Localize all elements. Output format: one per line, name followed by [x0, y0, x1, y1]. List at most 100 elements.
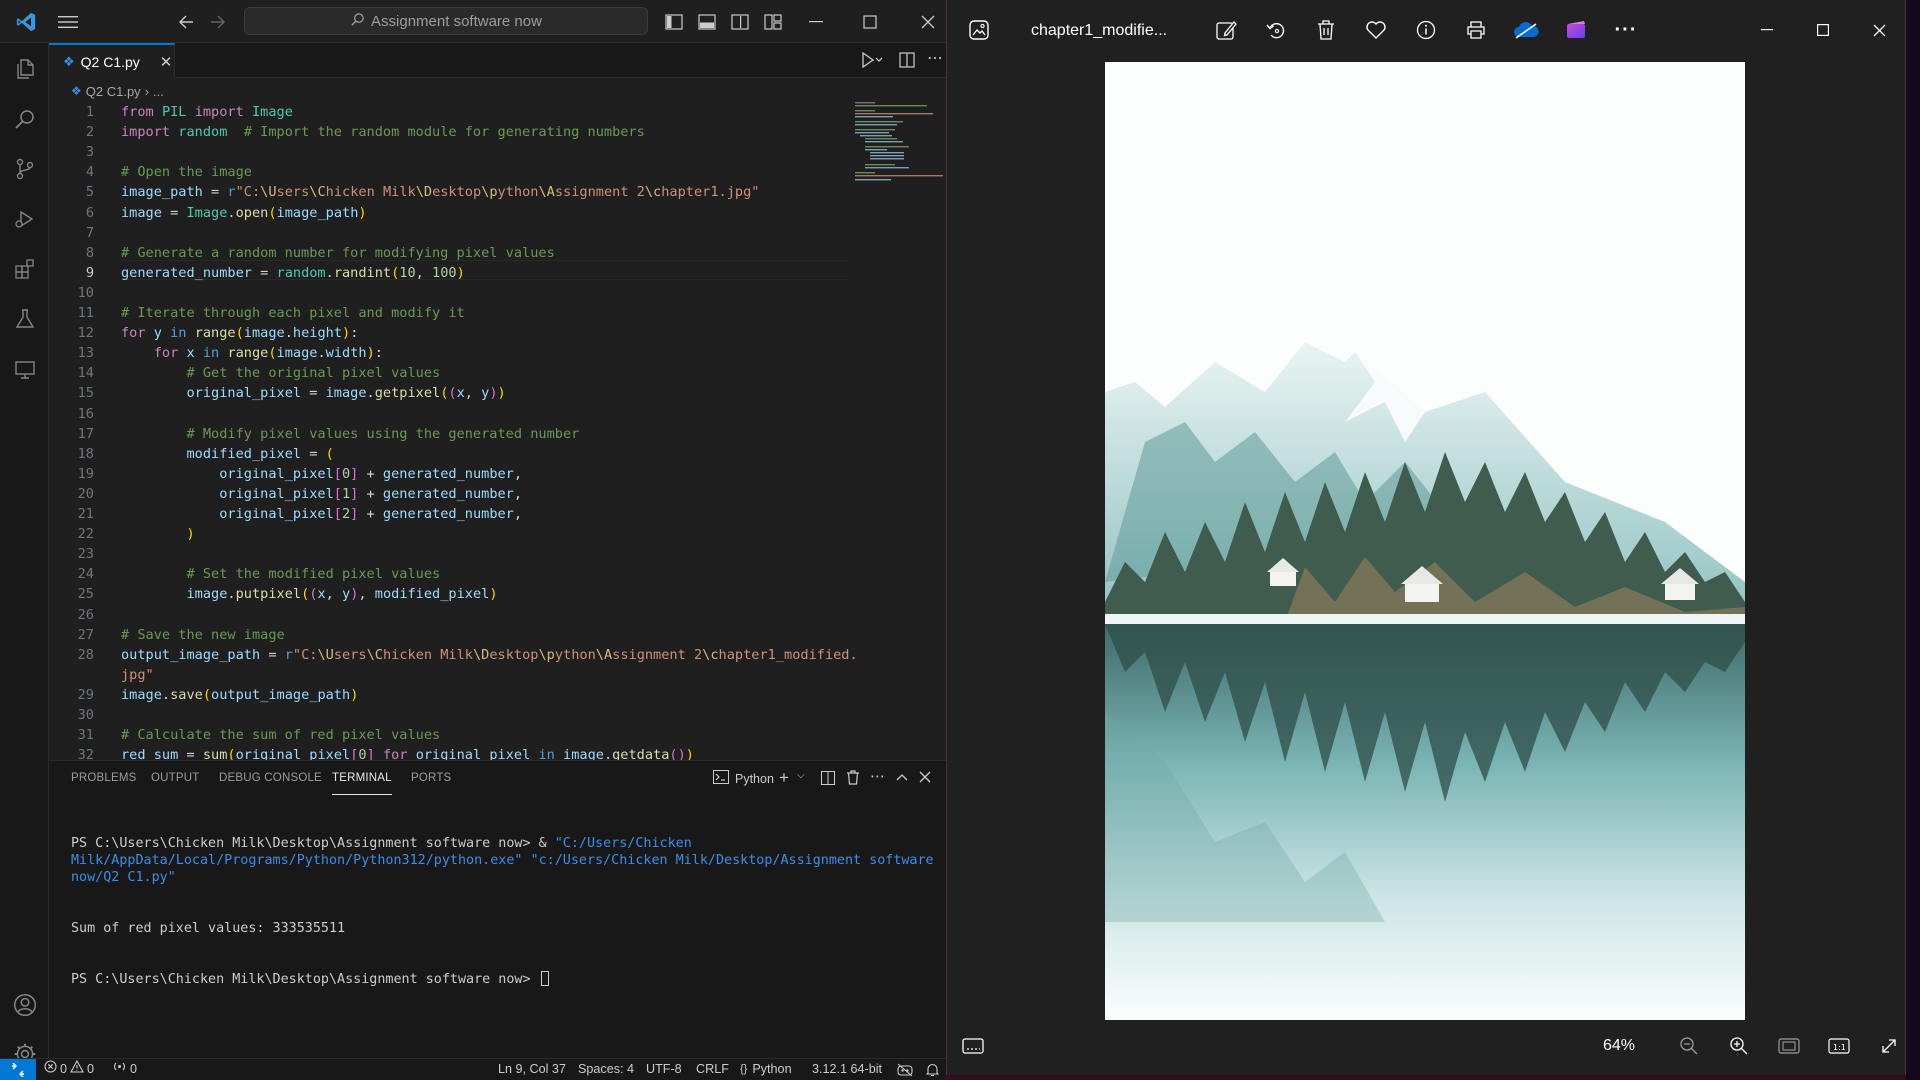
customize-layout-icon[interactable] [759, 0, 787, 43]
error-icon [44, 1059, 57, 1080]
menu-icon[interactable] [52, 0, 84, 43]
cursor-position[interactable]: Ln 9, Col 37 [498, 1059, 566, 1080]
end-of-line[interactable]: CRLF [696, 1059, 729, 1080]
code-text: generated_number = random.randint(10, 10… [121, 264, 465, 281]
filmstrip-toggle-icon[interactable] [957, 1030, 989, 1062]
clipchamp-icon[interactable] [1560, 14, 1592, 46]
fit-to-window-icon[interactable] [1773, 1030, 1805, 1062]
line-number: 17 [77, 425, 94, 442]
forward-arrow-icon[interactable] [204, 0, 232, 43]
line-number: 26 [77, 606, 94, 623]
close-icon[interactable] [910, 0, 946, 43]
code-text: modified_pixel = ( [186, 445, 334, 462]
split-editor-icon[interactable] [899, 52, 915, 73]
account-icon[interactable] [0, 981, 49, 1029]
photos-gallery-icon[interactable] [961, 12, 997, 48]
tab-label: Q2 C1.py [80, 53, 140, 70]
toggle-panel-icon[interactable] [693, 0, 721, 43]
tab-problems[interactable]: PROBLEMS [71, 761, 137, 796]
favorite-heart-icon[interactable] [1360, 14, 1392, 46]
maximize-panel-icon[interactable] [895, 770, 909, 788]
line-number: 20 [77, 485, 94, 502]
code-text: jpg" [121, 666, 154, 683]
maximize-icon[interactable] [1803, 14, 1843, 46]
testing-flask-icon[interactable] [0, 295, 49, 343]
print-icon[interactable] [1460, 14, 1492, 46]
displayed-photo[interactable] [1105, 62, 1745, 1020]
rotate-icon[interactable] [1260, 14, 1292, 46]
terminal-line: Sum of red pixel values: 333535511 [71, 921, 346, 936]
terminal-shell-selector[interactable]: Python [713, 770, 774, 787]
source-control-icon[interactable] [0, 145, 49, 193]
language-mode[interactable]: {} Python [740, 1059, 792, 1080]
remote-indicator-icon[interactable] [0, 1059, 36, 1080]
zoom-in-icon[interactable] [1723, 1030, 1755, 1062]
search-icon [350, 12, 365, 31]
onedrive-cloud-icon[interactable] [1510, 14, 1542, 46]
terminal-output[interactable]: PS C:\Users\Chicken Milk\Desktop\Assignm… [71, 801, 941, 1022]
new-terminal-plus-icon[interactable]: + [779, 768, 789, 788]
line-number: 24 [77, 566, 94, 583]
tab-ports[interactable]: PORTS [411, 761, 451, 796]
breadcrumb-more[interactable]: ... [153, 84, 164, 99]
close-panel-icon[interactable] [919, 770, 931, 788]
info-icon[interactable] [1410, 14, 1442, 46]
split-terminal-icon[interactable] [821, 771, 835, 790]
fullscreen-icon[interactable] [1873, 1030, 1905, 1062]
toggle-sidebar-icon[interactable] [660, 0, 688, 43]
line-number: 15 [77, 385, 94, 402]
notifications-bell-icon[interactable] [926, 1059, 939, 1080]
code-text: output_image_path = r"C:\Users\Chicken M… [121, 646, 858, 663]
python-file-icon: ❖ [63, 53, 75, 69]
code-text: original_pixel[1] + generated_number, [219, 485, 523, 502]
line-number: 30 [77, 707, 94, 723]
actual-size-icon[interactable]: 1:1 [1823, 1030, 1855, 1062]
toggle-secondary-sidebar-icon[interactable] [726, 0, 754, 43]
code-text: # Calculate the sum of red pixel values [121, 727, 441, 744]
close-tab-icon[interactable]: ✕ [160, 53, 173, 71]
edit-image-icon[interactable] [1210, 14, 1242, 46]
tab-q2-c1[interactable]: ❖ Q2 C1.py ✕ [49, 43, 175, 78]
zoom-out-icon[interactable] [1673, 1030, 1705, 1062]
tab-output[interactable]: OUTPUT [151, 761, 199, 796]
code-text: # Iterate through each pixel and modify … [121, 305, 465, 321]
chevron-right-icon: › [144, 83, 150, 99]
maximize-icon[interactable] [852, 0, 888, 43]
code-editor[interactable]: 1 from PIL import Image 2 import random # I… [49, 102, 858, 763]
delete-trash-icon[interactable] [1310, 14, 1342, 46]
back-arrow-icon[interactable] [172, 0, 200, 43]
encoding[interactable]: UTF-8 [646, 1059, 682, 1080]
close-icon[interactable] [1859, 14, 1899, 46]
run-and-debug-icon[interactable] [0, 195, 49, 243]
error-count: 0 [60, 1062, 68, 1076]
minimize-icon[interactable] [798, 0, 834, 43]
extensions-icon[interactable] [0, 245, 49, 293]
minimize-icon[interactable] [1747, 14, 1787, 46]
explorer-icon[interactable] [0, 45, 49, 93]
ports-count: 0 [130, 1062, 138, 1076]
line-number: 14 [77, 365, 94, 382]
remote-explorer-icon[interactable] [0, 345, 49, 393]
tab-terminal[interactable]: TERMINAL [332, 761, 392, 795]
chevron-down-icon[interactable]: ⌵ [797, 770, 805, 781]
search-icon[interactable] [0, 95, 49, 143]
minimap[interactable] [855, 102, 945, 182]
copilot-icon[interactable] [897, 1059, 913, 1080]
run-python-icon[interactable] [859, 49, 883, 76]
more-actions-icon[interactable]: ⋯ [927, 48, 943, 68]
tab-debug-console[interactable]: DEBUG CONSOLE [219, 761, 322, 796]
vscode-window: Assignment software now ❖ Q2 C1.py ✕ ⋯ ❖… [0, 0, 946, 1080]
braces-icon: {} [740, 1063, 748, 1075]
indentation[interactable]: Spaces: 4 [578, 1059, 634, 1080]
command-center-text: Assignment software now [371, 12, 542, 30]
python-interpreter[interactable]: 3.12.1 64-bit [812, 1059, 882, 1080]
command-center-search[interactable]: Assignment software now [244, 7, 648, 35]
trash-icon[interactable] [846, 770, 860, 790]
breadcrumb-file[interactable]: Q2 C1.py [86, 84, 141, 99]
problems-indicator[interactable]: 0 0 [44, 1059, 94, 1080]
ports-indicator[interactable]: 0 [113, 1059, 137, 1080]
more-actions-icon[interactable]: ⋯ [870, 767, 885, 785]
vscode-logo-icon [8, 0, 44, 43]
line-number: 27 [77, 626, 94, 643]
more-options-icon[interactable]: ··· [1610, 14, 1642, 46]
